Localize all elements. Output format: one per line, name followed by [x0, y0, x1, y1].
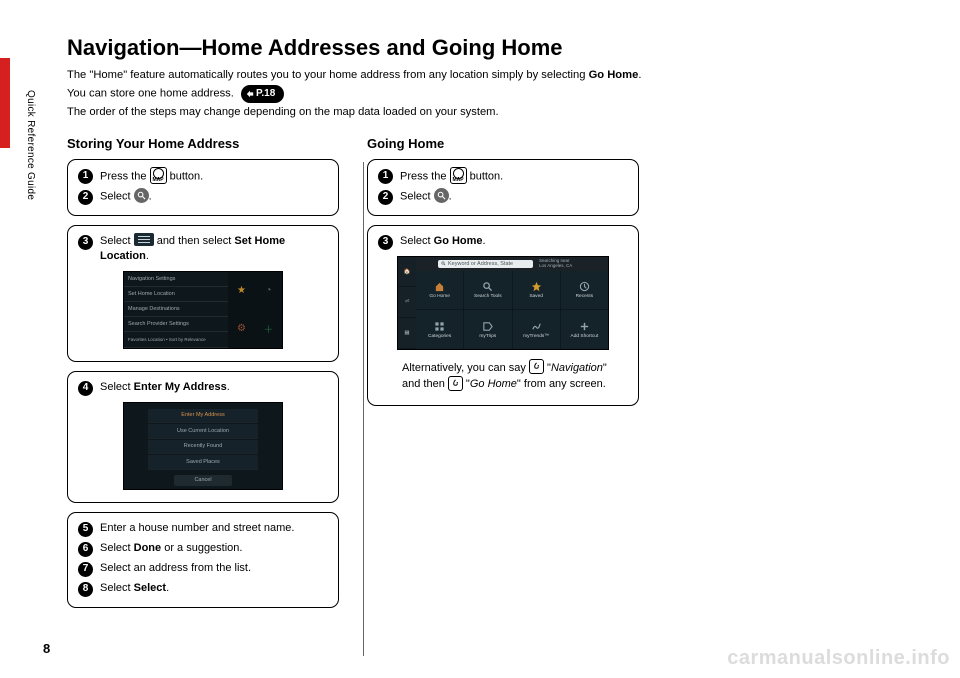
- voice-alternative-note: Alternatively, you can say "Navigation" …: [402, 360, 626, 393]
- step-number-icon: 2: [78, 190, 93, 205]
- step-number-icon: 1: [378, 169, 393, 184]
- col1-step-4: 4 Select Enter My Address.: [78, 380, 328, 396]
- step-number-icon: 7: [78, 562, 93, 577]
- intro-line-1: The "Home" feature automatically routes …: [67, 67, 937, 84]
- intro-line-2: You can store one home address. P.18: [67, 85, 937, 103]
- intro-line-3: The order of the steps may change depend…: [67, 104, 937, 121]
- col1-step-3: 3 Select and then select Set Home Locati…: [78, 234, 328, 265]
- side-accent-bar: [0, 58, 10, 148]
- col2-step-1: 1 Press the button.: [378, 168, 628, 185]
- map-button-icon: [150, 167, 167, 184]
- col1-step-2: 2 Select .: [78, 189, 328, 205]
- col2-box-1: 1 Press the button. 2 Select .: [367, 159, 639, 216]
- col1-step-8: 8 Select Select.: [78, 581, 328, 597]
- search-icon: [134, 188, 149, 203]
- step-number-icon: 8: [78, 582, 93, 597]
- col2-step-2: 2 Select .: [378, 189, 628, 205]
- col1-box-4: 5 Enter a house number and street name. …: [67, 512, 339, 608]
- column-going-home: Going Home 1 Press the button. 2 Select …: [367, 136, 639, 617]
- page-content: Navigation—Home Addresses and Going Home…: [67, 35, 937, 617]
- page-number: 8: [43, 641, 50, 656]
- step-number-icon: 2: [378, 190, 393, 205]
- step-number-icon: 3: [378, 235, 393, 250]
- col1-step-5: 5 Enter a house number and street name.: [78, 521, 328, 537]
- col1-heading: Storing Your Home Address: [67, 136, 339, 151]
- col2-step-3: 3 Select Go Home.: [378, 234, 628, 250]
- col1-step-7: 7 Select an address from the list.: [78, 561, 328, 577]
- watermark: carmanualsonline.info: [727, 647, 950, 670]
- column-storing-home: Storing Your Home Address 1 Press the bu…: [67, 136, 339, 617]
- screenshot-go-home: 🏠⏎▦ Keyword or Address, State Searching …: [397, 256, 609, 350]
- page-title: Navigation—Home Addresses and Going Home: [67, 35, 937, 61]
- col1-step-1: 1 Press the button.: [78, 168, 328, 185]
- col1-step-6: 6 Select Done or a suggestion.: [78, 541, 328, 557]
- col1-box-3: 4 Select Enter My Address. Enter My Addr…: [67, 371, 339, 503]
- column-divider: [363, 162, 364, 656]
- col2-heading: Going Home: [367, 136, 639, 151]
- search-icon: [434, 188, 449, 203]
- map-button-icon: [450, 167, 467, 184]
- side-section-label: Quick Reference Guide: [25, 90, 36, 200]
- step-number-icon: 3: [78, 235, 93, 250]
- step-number-icon: 5: [78, 522, 93, 537]
- page-reference-badge: P.18: [241, 85, 284, 103]
- step-number-icon: 4: [78, 381, 93, 396]
- step-number-icon: 1: [78, 169, 93, 184]
- col2-box-2: 3 Select Go Home. 🏠⏎▦ Keyword or Address…: [367, 225, 639, 406]
- menu-icon: [134, 233, 154, 246]
- col1-box-2: 3 Select and then select Set Home Locati…: [67, 225, 339, 362]
- col1-box-1: 1 Press the button. 2 Select .: [67, 159, 339, 216]
- screenshot-nav-settings: Navigation Settings Set Home Location Ma…: [123, 271, 283, 349]
- voice-icon: [529, 359, 544, 374]
- voice-icon: [448, 376, 463, 391]
- step-number-icon: 6: [78, 542, 93, 557]
- screenshot-enter-address: Enter My Address Use Current Location Re…: [123, 402, 283, 490]
